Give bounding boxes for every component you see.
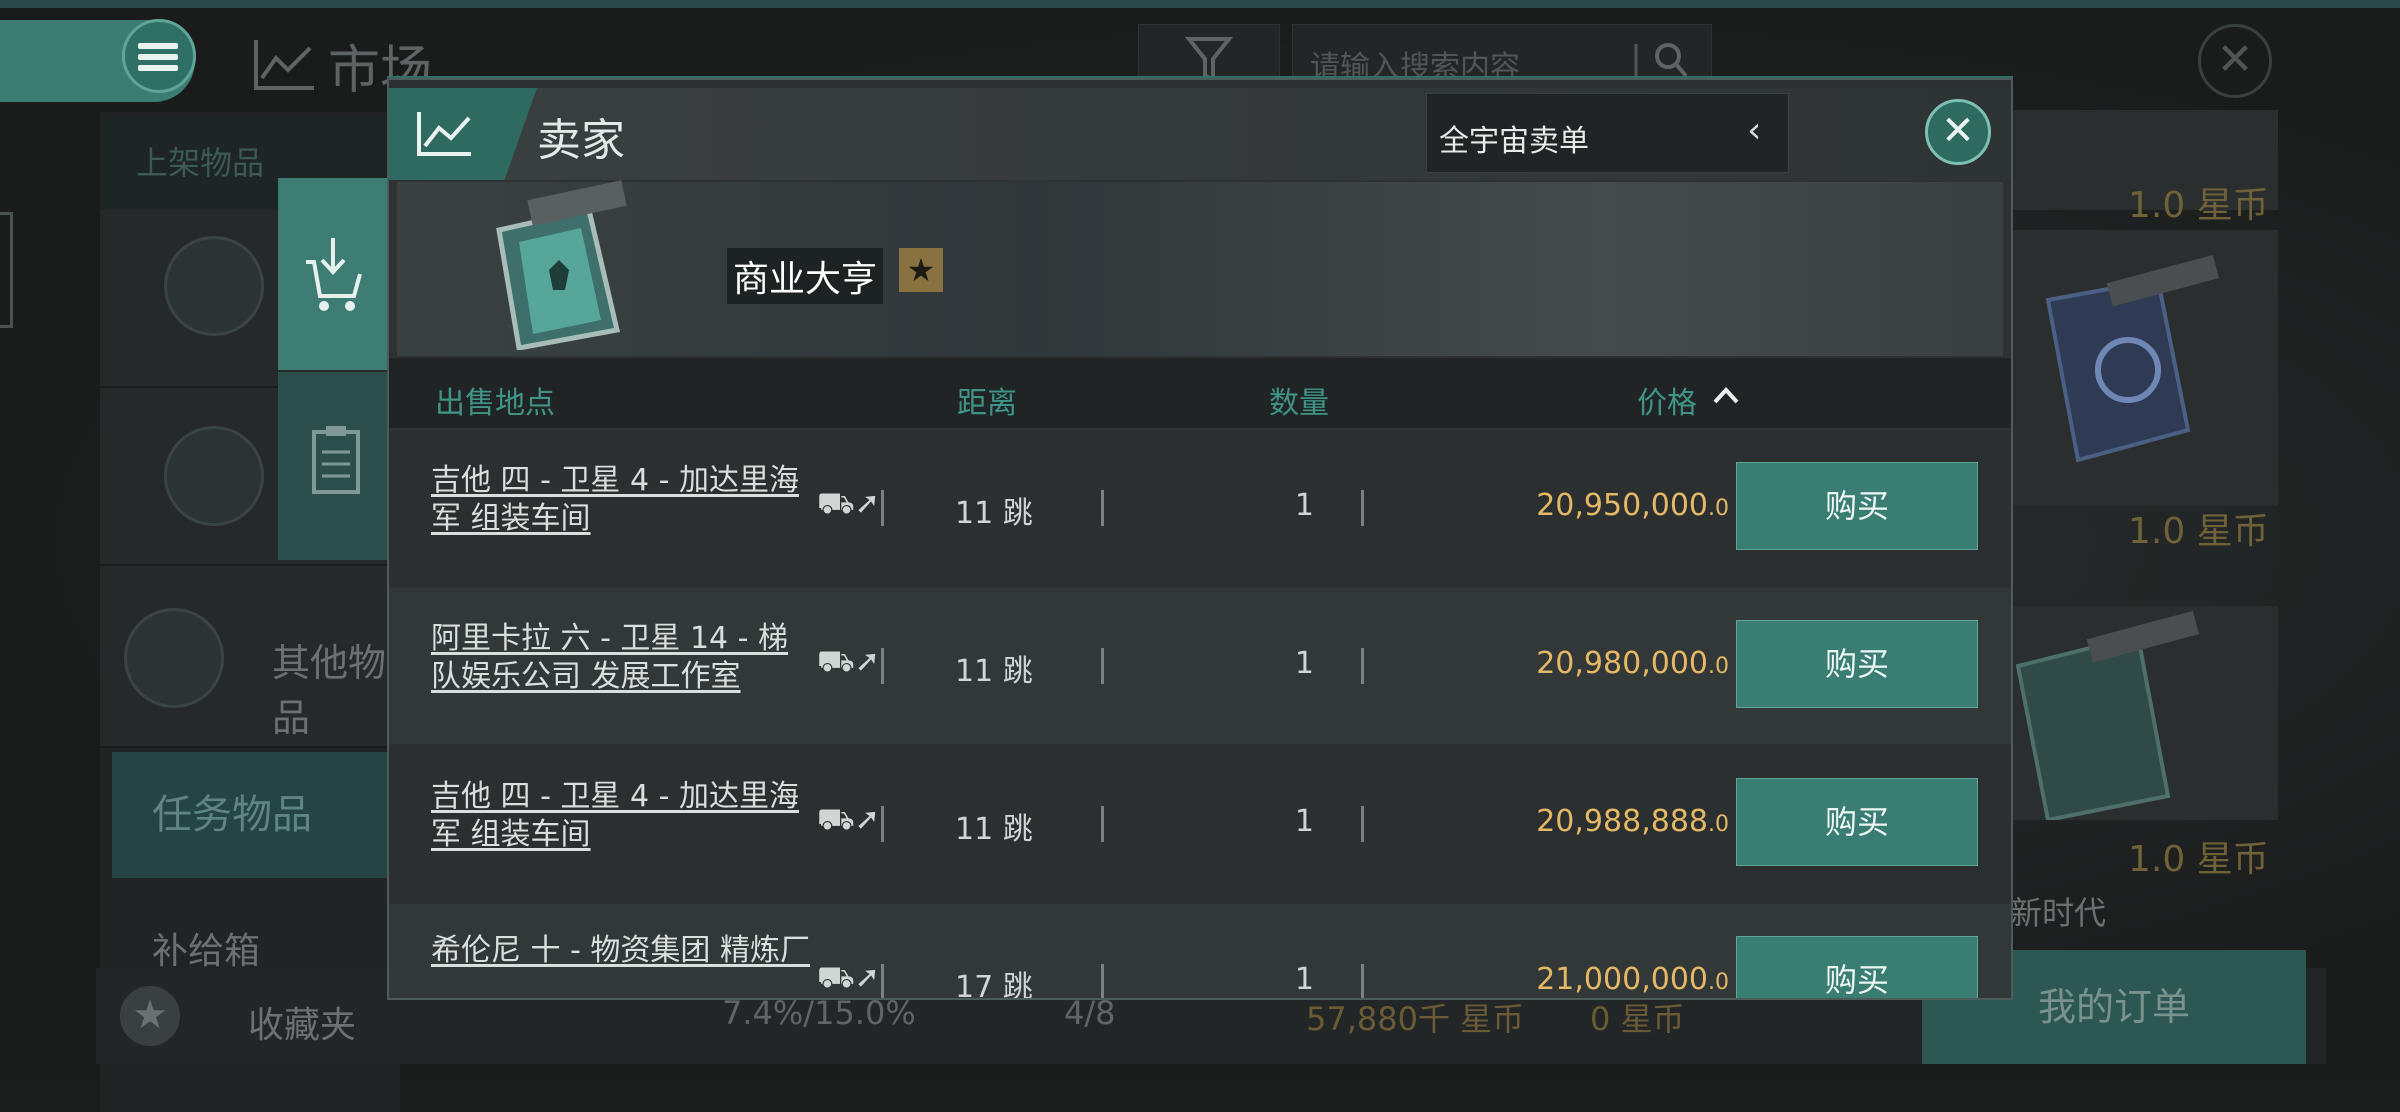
price-main: 20,950,000 [1536, 488, 1708, 523]
scope-value: 全宇宙卖单 [1439, 124, 1589, 159]
sell-location-link[interactable]: 希伦尼 十 - 物资集团 精炼厂 [431, 932, 811, 970]
sell-location-link[interactable]: 吉他 四 - 卫星 4 - 加达里海军 组装车间 [431, 778, 811, 854]
divider [881, 964, 884, 998]
category-row-other[interactable]: 其他物品 [100, 566, 400, 748]
divider [1101, 648, 1104, 684]
column-header-bar [389, 358, 2011, 428]
route-icon[interactable]: ⛟➚ [817, 802, 880, 841]
chart-icon [417, 112, 471, 156]
blueprint-icon [2015, 610, 2200, 823]
seller-star-badge: ★ [899, 248, 943, 292]
column-location[interactable]: 出售地点 [435, 378, 555, 422]
divider [1361, 648, 1364, 684]
buy-button[interactable]: 购买 [1736, 620, 1978, 708]
price-main: 20,980,000 [1536, 646, 1708, 681]
category-icon [164, 426, 264, 526]
category-task-items[interactable]: 任务物品 [112, 752, 400, 878]
sell-location-link[interactable]: 吉他 四 - 卫星 4 - 加达里海军 组装车间 [431, 462, 811, 538]
dialog-close-button[interactable]: ✕ [1925, 99, 1991, 165]
column-quantity[interactable]: 数量 [1269, 378, 1329, 422]
price-decimal: .0 [1708, 812, 1729, 837]
table-row: 吉他 四 - 卫星 4 - 加达里海军 组装车间 ⛟➚ 11 跳 1 20,95… [389, 430, 2011, 586]
divider [1101, 964, 1104, 998]
quantity: 1 [1294, 804, 1314, 839]
price-main: 20,988,888 [1536, 804, 1708, 839]
category-icon [164, 236, 264, 336]
route-icon[interactable]: ⛟➚ [817, 644, 880, 683]
divider [881, 490, 884, 526]
seller-dialog: 卖家 全宇宙卖单 ‹ ✕ 商业大亨 ★ 出售地点 距离 数量 价格 吉他 四 -… [387, 78, 2013, 1000]
jumps: 11 跳 [955, 496, 1033, 531]
dialog-title: 卖家 [537, 115, 625, 166]
price: 21,000,000.0 [1429, 962, 1729, 997]
column-price[interactable]: 价格 [1637, 378, 1697, 422]
price-decimal: .0 [1708, 496, 1729, 521]
item-card-3[interactable] [1988, 606, 2278, 823]
category-label-other: 其他物品 [272, 641, 387, 740]
quantity: 1 [1294, 962, 1314, 997]
divider [1361, 806, 1364, 842]
column-distance[interactable]: 距离 [957, 378, 1017, 422]
clipboard-icon [312, 426, 360, 494]
cart-download-icon [306, 238, 362, 311]
seller-banner [397, 182, 2003, 356]
chevron-left-icon: ‹ [1747, 110, 1762, 151]
jumps: 11 跳 [955, 812, 1033, 847]
buy-button[interactable]: 购买 [1736, 936, 1978, 998]
item-price-2: 1.0 星币 [2128, 511, 2269, 552]
blueprint-icon [2045, 254, 2220, 463]
divider [1101, 806, 1104, 842]
divider [881, 806, 884, 842]
buy-button[interactable]: 购买 [1736, 778, 1978, 866]
route-icon[interactable]: ⛟➚ [817, 486, 880, 525]
divider [881, 648, 884, 684]
table-row: 阿里卡拉 六 - 卫星 14 - 梯队娱乐公司 发展工作室 ⛟➚ 11 跳 1 … [389, 588, 2011, 744]
seller-name: 商业大亨 [727, 248, 884, 304]
balance: 57,880千 星币 [1306, 1000, 1525, 1038]
download-cart-button[interactable] [278, 178, 388, 370]
price-main: 21,000,000 [1536, 962, 1708, 997]
jumps: 17 跳 [955, 970, 1033, 1000]
divider [1361, 964, 1364, 998]
blueprint-document-icon [496, 180, 627, 350]
hamburger-icon[interactable] [138, 43, 178, 71]
star-icon[interactable]: ★ [120, 986, 180, 1046]
market-close-button[interactable]: ✕ [2198, 24, 2272, 98]
price-decimal: .0 [1708, 654, 1729, 679]
sell-location-link[interactable]: 阿里卡拉 六 - 卫星 14 - 梯队娱乐公司 发展工作室 [431, 620, 811, 696]
favorites-label[interactable]: 收藏夹 [248, 996, 356, 1048]
buy-button[interactable]: 购买 [1736, 462, 1978, 550]
category-icon [124, 608, 224, 708]
jumps: 11 跳 [955, 654, 1033, 689]
category-supply-box[interactable]: 补给箱 [152, 922, 260, 974]
table-row: 吉他 四 - 卫星 4 - 加达里海军 组装车间 ⛟➚ 11 跳 1 20,98… [389, 746, 2011, 902]
item-price-1: 1.0 星币 [2128, 185, 2269, 226]
chart-icon [254, 40, 314, 90]
price: 20,980,000.0 [1429, 646, 1729, 681]
quantity: 1 [1294, 488, 1314, 523]
price: 20,988,888.0 [1429, 804, 1729, 839]
sort-ascending-icon[interactable] [1709, 382, 1743, 408]
top-accent-line [0, 0, 2400, 8]
escrow: 0 星币 [1590, 1000, 1685, 1038]
price: 20,950,000.0 [1429, 488, 1729, 523]
quantity: 1 [1294, 646, 1314, 681]
item-card-2[interactable] [1988, 230, 2278, 506]
price-decimal: .0 [1708, 970, 1729, 995]
divider [1361, 490, 1364, 526]
item-price-3: 1.0 星币 [2128, 839, 2269, 880]
left-edge-tab[interactable] [0, 212, 13, 328]
clipboard-button[interactable] [278, 372, 388, 560]
route-icon[interactable]: ⛟➚ [817, 960, 880, 998]
item-caption: 新时代 [2010, 894, 2107, 932]
divider [1101, 490, 1104, 526]
table-row: 希伦尼 十 - 物资集团 精炼厂 ⛟➚ 17 跳 1 21,000,000.0 … [389, 904, 2011, 1000]
